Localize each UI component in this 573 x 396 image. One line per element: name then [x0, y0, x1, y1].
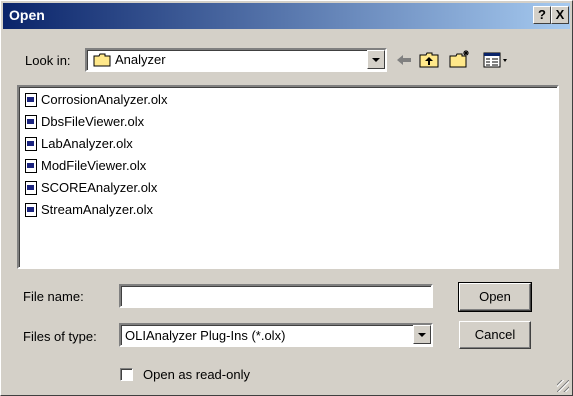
- file-icon: [25, 137, 37, 151]
- resize-grip[interactable]: [557, 380, 569, 392]
- window-title: Open: [9, 7, 45, 23]
- file-name: StreamAnalyzer.olx: [41, 202, 153, 217]
- list-item[interactable]: ModFileViewer.olx: [25, 156, 146, 176]
- look-in-label: Look in:: [25, 53, 71, 68]
- look-in-combo[interactable]: Analyzer: [85, 48, 387, 72]
- read-only-checkbox[interactable]: [120, 368, 133, 381]
- file-icon: [25, 181, 37, 195]
- back-icon[interactable]: [395, 52, 413, 68]
- new-folder-icon[interactable]: [449, 49, 471, 69]
- folder-icon: [93, 53, 111, 67]
- list-item[interactable]: CorrosionAnalyzer.olx: [25, 90, 167, 110]
- file-type-combo[interactable]: OLIAnalyzer Plug-Ins (*.olx): [119, 323, 433, 347]
- file-icon: [25, 115, 37, 129]
- title-bar[interactable]: Open ? X: [3, 3, 570, 29]
- file-name: LabAnalyzer.olx: [41, 136, 133, 151]
- file-icon: [25, 159, 37, 173]
- file-name-label: File name:: [23, 289, 84, 304]
- list-item[interactable]: DbsFileViewer.olx: [25, 112, 144, 132]
- open-button[interactable]: Open: [458, 282, 532, 312]
- cancel-button[interactable]: Cancel: [459, 321, 531, 349]
- list-item[interactable]: SCOREAnalyzer.olx: [25, 178, 157, 198]
- file-name: DbsFileViewer.olx: [41, 114, 145, 129]
- file-name-input[interactable]: [119, 284, 433, 308]
- file-name: ModFileViewer.olx: [41, 158, 147, 173]
- open-dialog: Open ? X Look in: Analyzer CorrosionAnal…: [0, 0, 573, 396]
- file-icon: [25, 203, 37, 217]
- look-in-value: Analyzer: [115, 52, 166, 67]
- file-type-dropdown-button[interactable]: [413, 325, 431, 344]
- help-button[interactable]: ?: [533, 6, 551, 24]
- file-name: SCOREAnalyzer.olx: [41, 180, 158, 195]
- up-folder-icon[interactable]: [419, 51, 439, 69]
- look-in-dropdown-button[interactable]: [367, 50, 385, 69]
- file-list[interactable]: CorrosionAnalyzer.olx DbsFileViewer.olx …: [17, 85, 559, 269]
- file-type-value: OLIAnalyzer Plug-Ins (*.olx): [125, 328, 286, 343]
- list-item[interactable]: StreamAnalyzer.olx: [25, 200, 153, 220]
- file-type-label: Files of type:: [23, 329, 97, 344]
- read-only-label[interactable]: Open as read-only: [143, 367, 250, 382]
- file-icon: [25, 93, 37, 107]
- close-button[interactable]: X: [551, 6, 569, 24]
- file-name: CorrosionAnalyzer.olx: [41, 92, 168, 107]
- view-menu-icon[interactable]: [483, 52, 509, 68]
- list-item[interactable]: LabAnalyzer.olx: [25, 134, 133, 154]
